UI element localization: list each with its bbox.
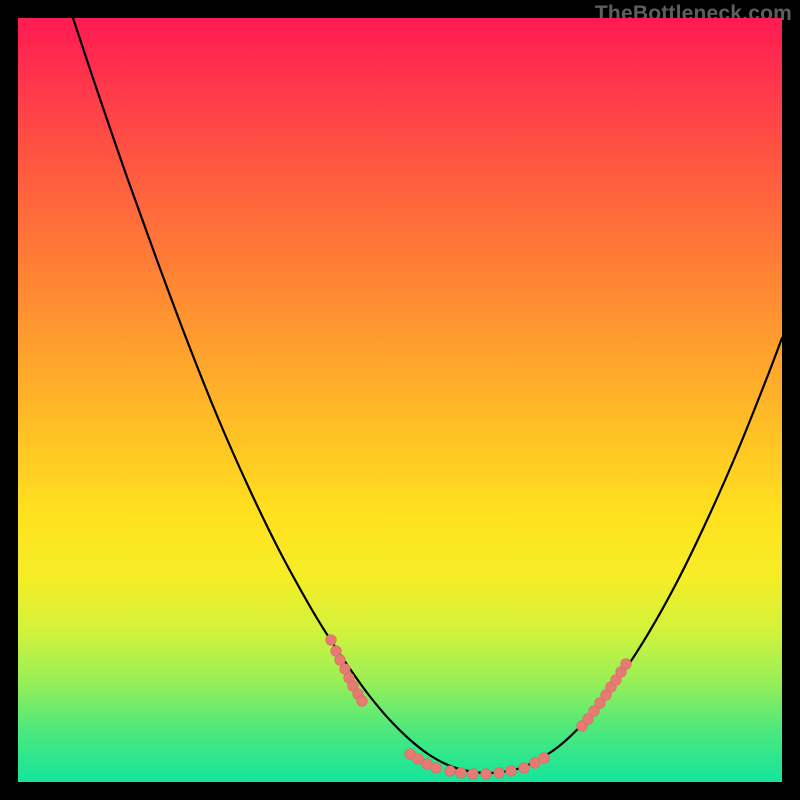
- highlighted-points: [326, 635, 632, 780]
- curve-marker: [357, 696, 368, 707]
- curve-marker: [539, 753, 550, 764]
- curve-marker: [481, 769, 492, 780]
- chart-svg: [18, 18, 782, 782]
- chart-frame: TheBottleneck.com: [0, 0, 800, 800]
- curve-marker: [326, 635, 337, 646]
- curve-marker: [431, 763, 442, 774]
- curve-marker: [621, 659, 632, 670]
- curve-marker: [506, 766, 517, 777]
- curve-marker: [456, 768, 467, 779]
- curve-marker: [445, 766, 456, 777]
- curve-marker: [494, 768, 505, 779]
- bottleneck-curve: [73, 18, 782, 773]
- plot-area: [18, 18, 782, 782]
- curve-marker: [468, 769, 479, 780]
- curve-marker: [519, 763, 530, 774]
